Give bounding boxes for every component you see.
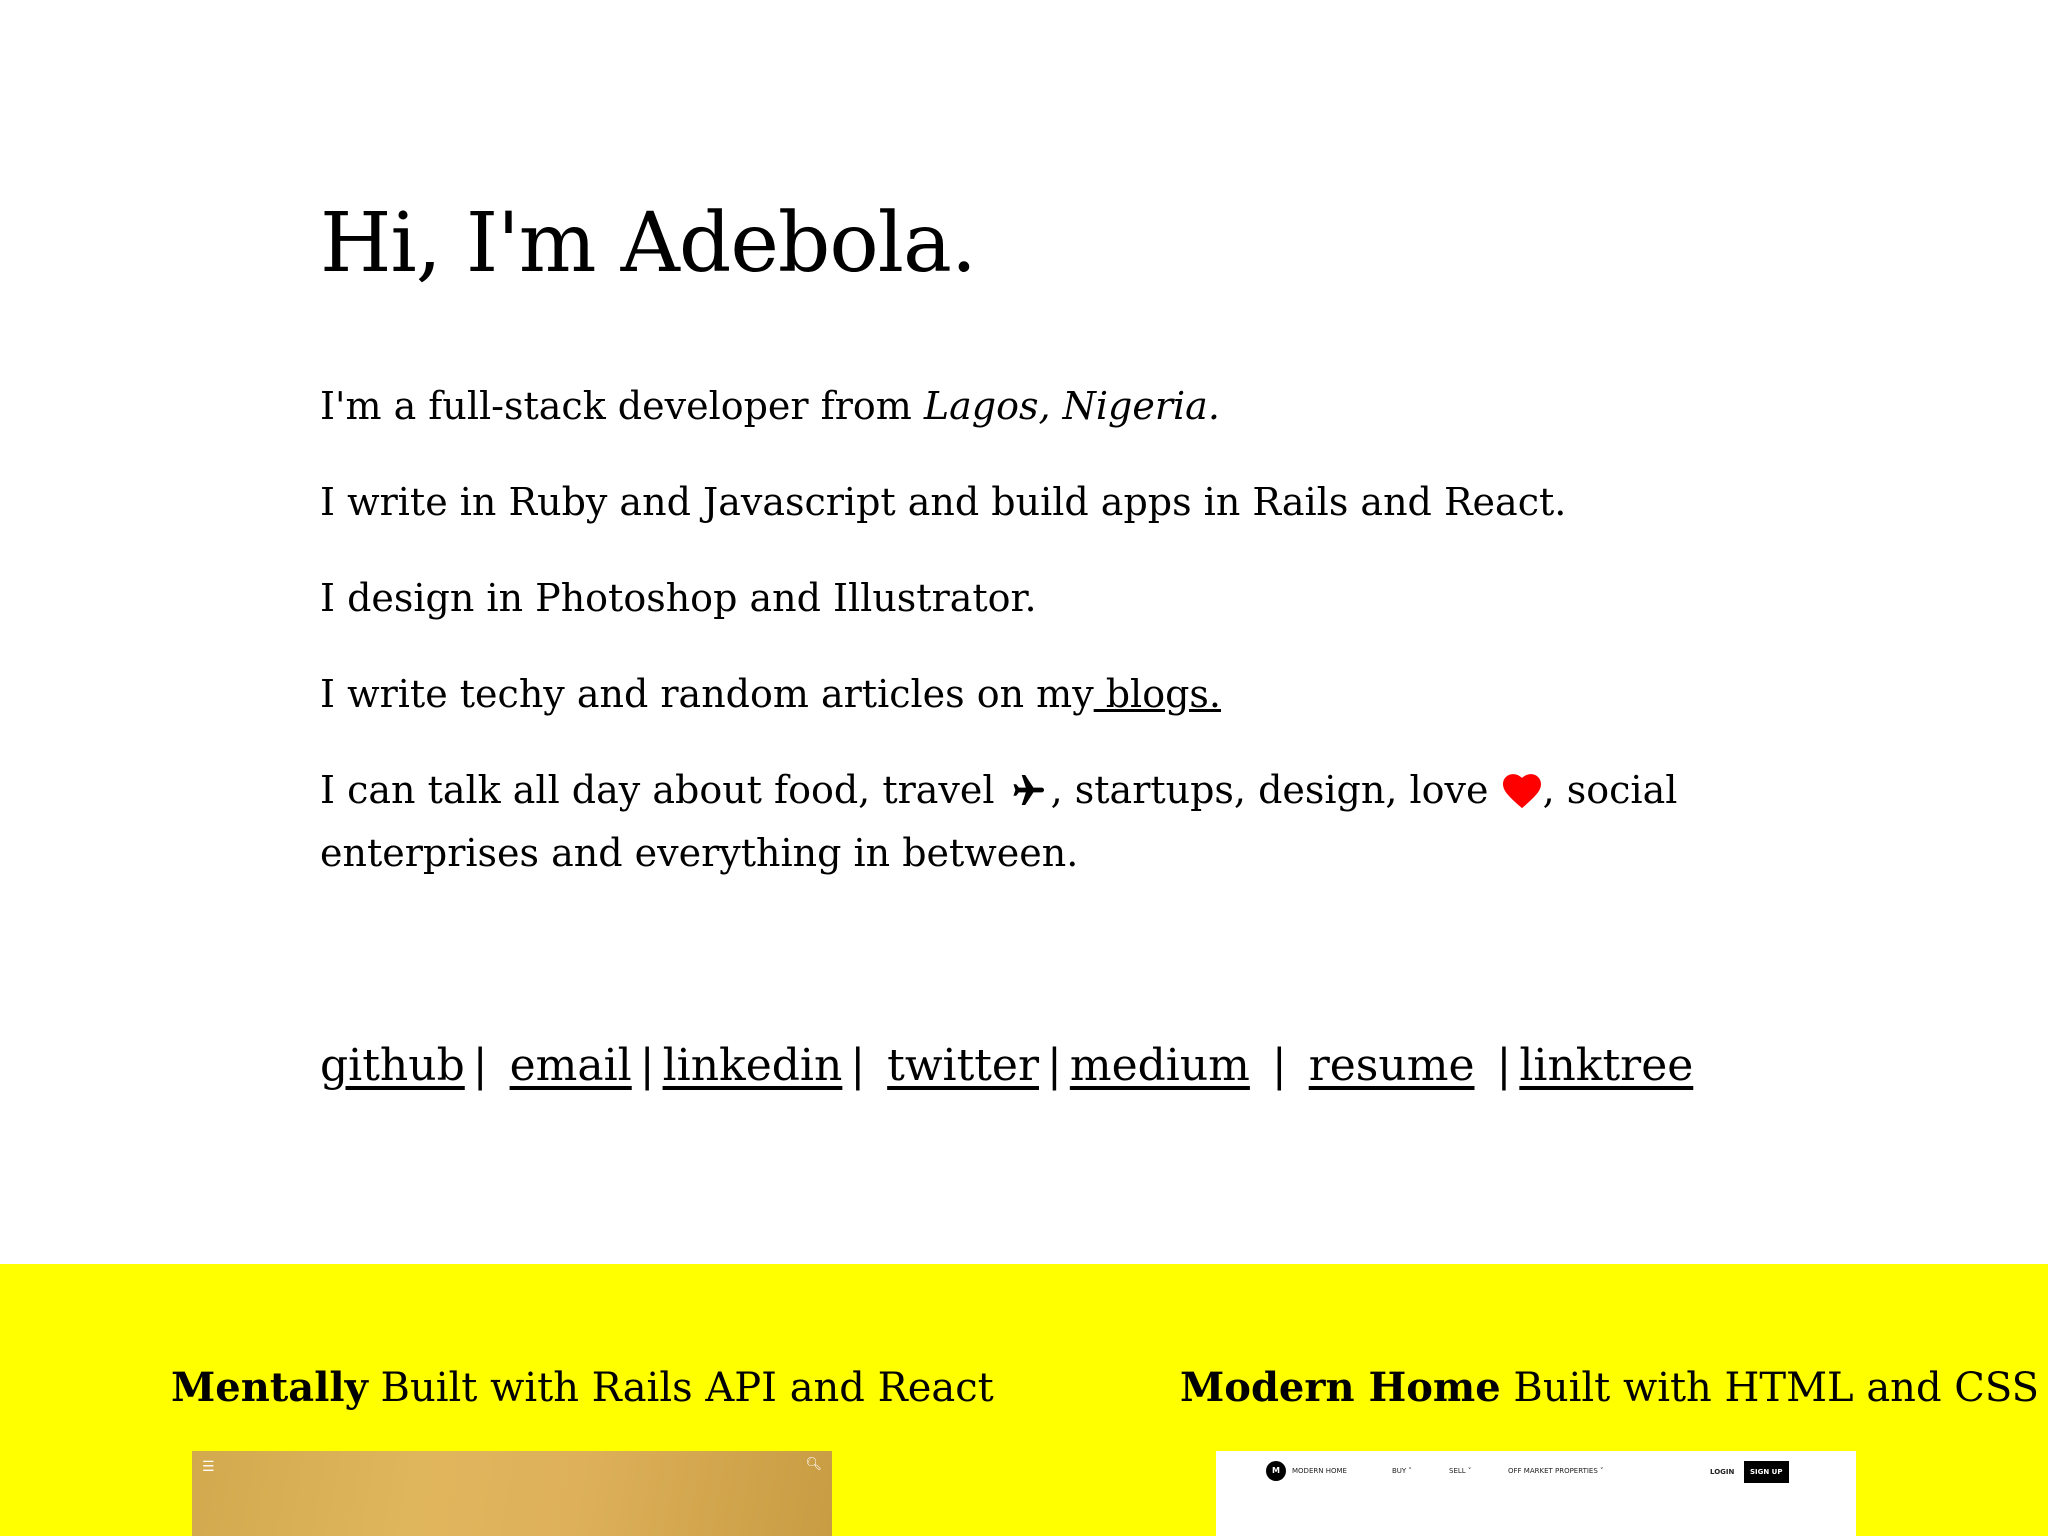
preview-navbar: M MODERN HOME BUY ˅ SELL ˅ OFF MARKET PR… [1216,1461,1856,1485]
projects-section: Mentally Built with Rails API and React … [0,1264,2048,1536]
airplane-icon [1007,768,1051,825]
intro-design-line: I design in Photoshop and Illustrator. [320,576,1037,620]
preview-nav-sell: SELL ˅ [1449,1467,1472,1475]
link-separator: | [1496,1040,1512,1091]
intro-blog-line: I write techy and random articles on my … [320,666,1221,723]
heart-icon [1501,768,1543,825]
project-name: Modern Home [1180,1364,1501,1411]
project-thumbnail-modern-home[interactable]: M MODERN HOME BUY ˅ SELL ˅ OFF MARKET PR… [1216,1451,1856,1536]
project-thumbnail-mentally[interactable]: ☰ 🔍︎ [192,1451,832,1536]
medium-link[interactable]: medium [1070,1040,1250,1091]
preview-signup: SIGN UP [1744,1461,1789,1483]
link-separator: | [1047,1040,1062,1091]
project-title-modern-home: Modern Home Built with HTML and CSS [1180,1364,2039,1411]
email-link[interactable]: email [510,1040,632,1091]
preview-nav-off-market: OFF MARKET PROPERTIES ˅ [1508,1467,1604,1475]
social-links: github | email | linkedin | twitter | medium |… [320,1040,1693,1091]
project-description: Built with HTML and CSS [1500,1365,2039,1411]
project-name: Mentally [171,1364,368,1411]
location-prefix: I'm a full-stack developer from [320,384,924,428]
menu-icon: ☰ [202,1459,215,1475]
link-separator: | [472,1040,488,1091]
link-separator: | [1271,1040,1287,1091]
linktree-link[interactable]: linktree [1519,1040,1693,1091]
github-link[interactable]: github [320,1040,465,1091]
blogs-link[interactable]: blogs. [1094,672,1221,716]
resume-link[interactable]: resume [1309,1040,1475,1091]
linkedin-link[interactable]: linkedin [663,1040,843,1091]
project-title-mentally: Mentally Built with Rails API and React [171,1364,994,1411]
blog-prefix: I write techy and random articles on my [320,672,1094,716]
search-icon: 🔍︎ [805,1457,822,1472]
twitter-link[interactable]: twitter [887,1040,1039,1091]
intro-interests-line: I can talk all day about food, travel , … [320,762,1820,882]
preview-login: LOGIN [1710,1468,1735,1476]
preview-nav-buy: BUY ˅ [1392,1467,1412,1475]
interests-text-b: , startups, design, love [1050,768,1501,812]
link-separator: | [850,1040,866,1091]
location-text: Lagos, Nigeria. [923,384,1220,428]
interests-text-a: I can talk all day about food, travel [320,768,1007,812]
greeting-heading: Hi, I'm Adebola. [320,196,977,291]
intro-location-line: I'm a full-stack developer from Lagos, N… [320,378,1220,435]
preview-brand: MODERN HOME [1292,1467,1347,1475]
preview-logo: M [1266,1461,1286,1481]
link-separator: | [639,1040,655,1091]
intro-languages-line: I write in Ruby and Javascript and build… [320,480,1567,524]
project-description: Built with Rails API and React [367,1365,994,1411]
